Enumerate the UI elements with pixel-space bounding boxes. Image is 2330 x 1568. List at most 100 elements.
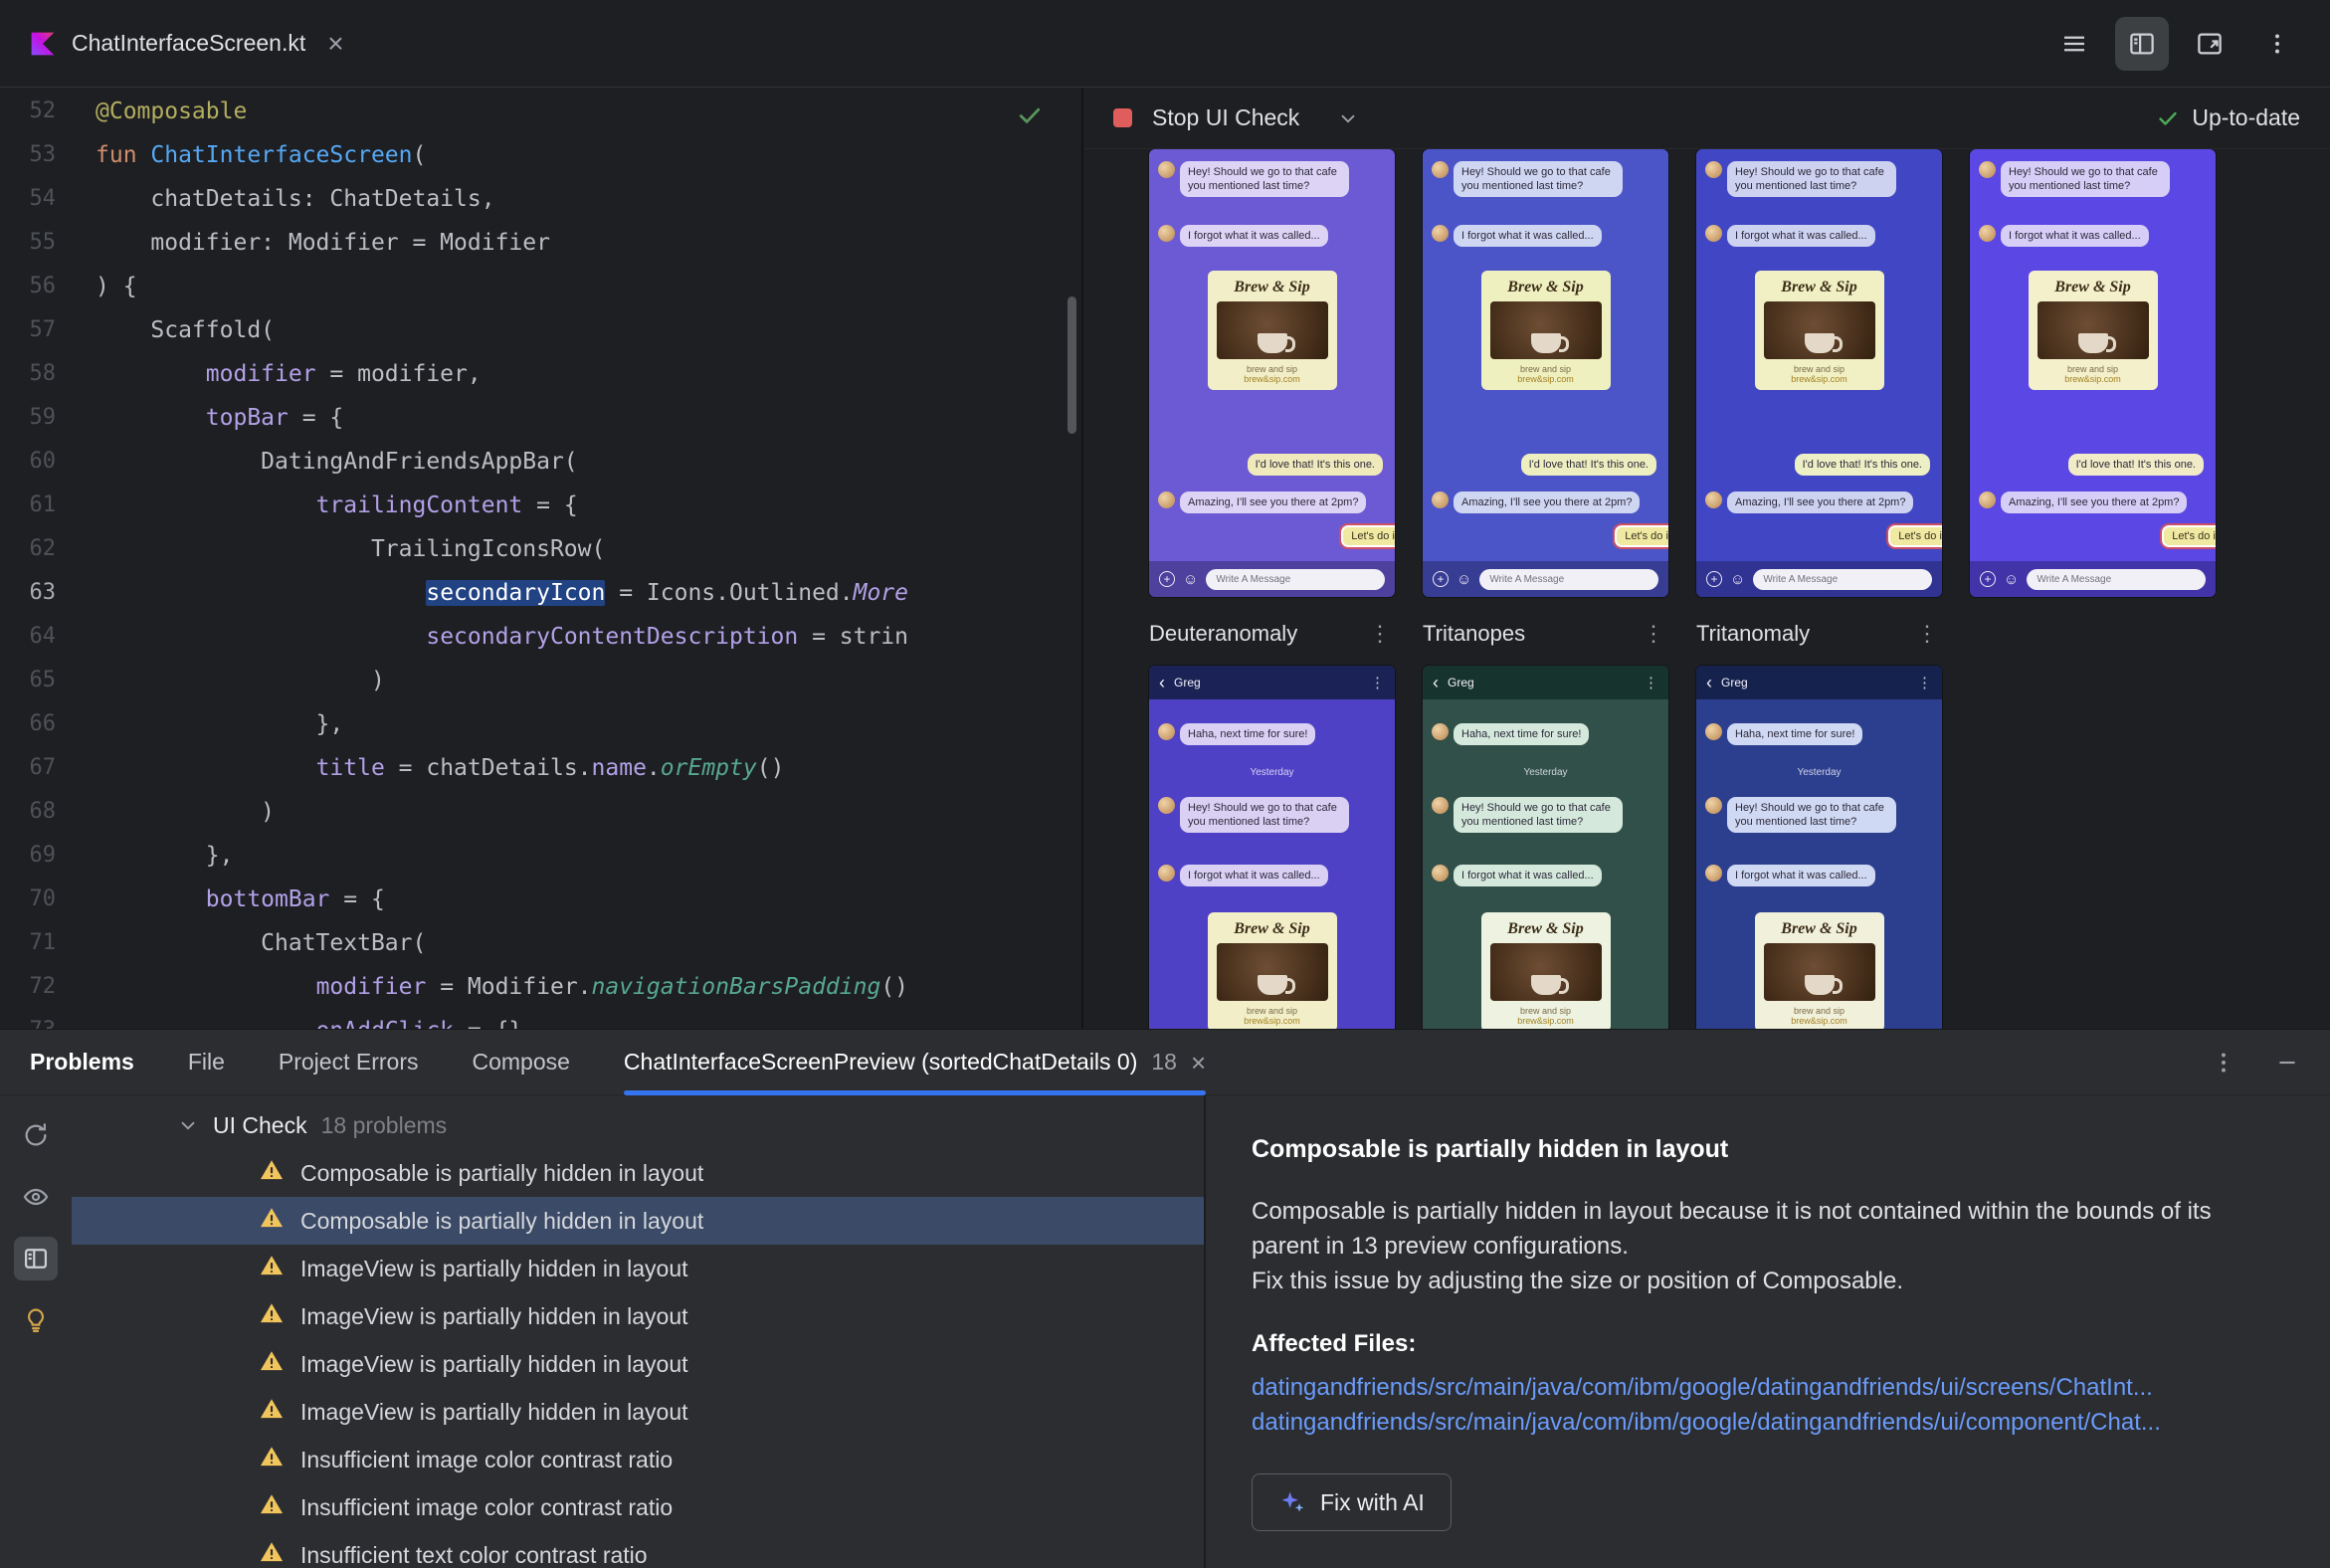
code-line[interactable]: 64 secondaryContentDescription = strin: [0, 615, 1081, 659]
code-line[interactable]: 59 topBar = {: [0, 396, 1081, 440]
more-vertical-icon[interactable]: ⋮: [1643, 623, 1664, 645]
code-line[interactable]: 57 Scaffold(: [0, 308, 1081, 352]
editor-tab[interactable]: ChatInterfaceScreen.kt ×: [0, 0, 374, 87]
affected-file-link[interactable]: datingandfriends/src/main/java/com/ibm/g…: [1252, 1405, 2284, 1440]
code-line[interactable]: 73 onAddClick = {}: [0, 1009, 1081, 1029]
emoji-icon[interactable]: ☺: [1730, 572, 1745, 587]
coffee-photo: [1216, 943, 1328, 1001]
code-line[interactable]: 60 DatingAndFriendsAppBar(: [0, 440, 1081, 484]
eye-icon[interactable]: [14, 1175, 58, 1219]
code-line[interactable]: 52 @Composable: [0, 90, 1081, 133]
code-line[interactable]: 67 title = chatDetails.name.orEmpty(): [0, 746, 1081, 790]
code-text: title = chatDetails.name.orEmpty(): [315, 755, 785, 781]
more-vertical-icon[interactable]: ⋮: [1917, 676, 1932, 690]
code-line[interactable]: 66 },: [0, 702, 1081, 746]
problem-item[interactable]: Composable is partially hidden in layout: [72, 1149, 1204, 1197]
more-vertical-icon[interactable]: ⋮: [1369, 623, 1391, 645]
back-icon[interactable]: ‹: [1159, 674, 1165, 691]
lightbulb-icon[interactable]: [14, 1298, 58, 1342]
code-line[interactable]: 69 },: [0, 834, 1081, 878]
code-line[interactable]: 62 TrailingIconsRow(: [0, 527, 1081, 571]
code-text: modifier: Modifier = Modifier: [96, 230, 550, 256]
code-line[interactable]: 61 trailingContent = {: [0, 484, 1081, 527]
preview-canvas[interactable]: Hey! Should we go to that cafe you menti…: [1083, 149, 2330, 1029]
more-vertical-icon[interactable]: ⋮: [1644, 676, 1658, 690]
problem-item[interactable]: Composable is partially hidden in layout: [72, 1197, 1204, 1245]
back-icon[interactable]: ‹: [1706, 674, 1712, 691]
problems-tabbar: File Project Errors Compose ChatInterfaceSc…: [188, 1030, 1207, 1095]
preview-card[interactable]: ‹ Greg ⋮ Haha, next time for sure! Yesterday…: [1696, 666, 1942, 1029]
code-line[interactable]: 70 bottomBar = {: [0, 878, 1081, 921]
tab-chatinterfacescreenpreview-sortedchatdetails-0[interactable]: ChatInterfaceScreenPreview (sortedChatDe…: [623, 1030, 1207, 1095]
message-input[interactable]: Write A Message: [1753, 568, 1932, 590]
close-icon[interactable]: ×: [327, 29, 343, 58]
emoji-icon[interactable]: ☺: [1183, 572, 1198, 587]
device-frame-icon[interactable]: [2183, 17, 2236, 71]
preview-card[interactable]: Hey! Should we go to that cafe you menti…: [1696, 149, 1942, 597]
problem-item[interactable]: Insufficient text color contrast ratio: [72, 1531, 1204, 1568]
code-line[interactable]: 68 ): [0, 790, 1081, 834]
split-editor-icon[interactable]: [2115, 16, 2169, 71]
chevron-down-icon[interactable]: [1337, 107, 1359, 129]
message-input[interactable]: Write A Message: [2027, 568, 2206, 590]
more-vertical-icon[interactable]: [2211, 1050, 2236, 1076]
inspections-ok-check-icon[interactable]: [1016, 101, 1044, 134]
preview-card[interactable]: ‹ Greg ⋮ Haha, next time for sure! Yesterday…: [1423, 666, 1668, 1029]
tab-compose[interactable]: Compose: [472, 1030, 569, 1095]
problem-item[interactable]: ImageView is partially hidden in layout: [72, 1388, 1204, 1436]
stop-icon[interactable]: [1113, 108, 1132, 127]
preview-card[interactable]: Hey! Should we go to that cafe you menti…: [1149, 149, 1395, 597]
code-line[interactable]: 58 modifier = modifier,: [0, 352, 1081, 396]
tab-file[interactable]: File: [188, 1030, 225, 1095]
code-text: secondaryIcon = Icons.Outlined.More: [426, 580, 908, 606]
add-attachment-icon[interactable]: +: [1980, 571, 1996, 587]
code-line[interactable]: 65 ): [0, 659, 1081, 702]
stop-ui-check-button[interactable]: Stop UI Check: [1152, 104, 1299, 131]
problem-item[interactable]: ImageView is partially hidden in layout: [72, 1245, 1204, 1292]
preview-card[interactable]: ‹ Greg ⋮ Haha, next time for sure! Yesterday…: [1149, 666, 1395, 1029]
message-input[interactable]: Write A Message: [1206, 568, 1385, 590]
code-line[interactable]: 71 ChatTextBar(: [0, 921, 1081, 965]
fix-with-ai-button[interactable]: Fix with AI: [1252, 1473, 1452, 1531]
add-attachment-icon[interactable]: +: [1433, 571, 1449, 587]
refresh-icon[interactable]: [14, 1113, 58, 1157]
editor-scrollbar[interactable]: [1068, 296, 1076, 434]
chevron-down-icon: [181, 1121, 195, 1130]
problem-item[interactable]: ImageView is partially hidden in layout: [72, 1340, 1204, 1388]
code-line[interactable]: 55 modifier: Modifier = Modifier: [0, 221, 1081, 265]
details-view-icon[interactable]: [14, 1237, 58, 1280]
tab-project-errors[interactable]: Project Errors: [279, 1030, 419, 1095]
preview-card[interactable]: Hey! Should we go to that cafe you menti…: [1970, 149, 2216, 597]
problem-item[interactable]: Insufficient image color contrast ratio: [72, 1483, 1204, 1531]
affected-file-link[interactable]: datingandfriends/src/main/java/com/ibm/g…: [1252, 1370, 2284, 1405]
close-icon[interactable]: ×: [1191, 1050, 1206, 1076]
problem-item[interactable]: ImageView is partially hidden in layout: [72, 1292, 1204, 1340]
back-icon[interactable]: ‹: [1433, 674, 1439, 691]
coffee-cup-icon: [1257, 333, 1295, 353]
editor-list-icon[interactable]: [2047, 17, 2101, 71]
code-line[interactable]: 54 chatDetails: ChatDetails,: [0, 177, 1081, 221]
editor-pane[interactable]: 52 @Composable 53 fun ChatInterfaceScreen(5…: [0, 88, 1083, 1029]
more-vertical-icon[interactable]: ⋮: [1916, 623, 1938, 645]
problem-item[interactable]: Insufficient image color contrast ratio: [72, 1436, 1204, 1483]
code-line[interactable]: 56) {: [0, 265, 1081, 308]
preview-card[interactable]: Hey! Should we go to that cafe you menti…: [1423, 149, 1668, 597]
line-number: 53: [29, 142, 57, 167]
code-line[interactable]: 53 fun ChatInterfaceScreen(: [0, 133, 1081, 177]
code-line[interactable]: 63 secondaryIcon = Icons.Outlined.More: [0, 571, 1081, 615]
code-text: ChatTextBar(: [96, 930, 427, 956]
more-vertical-icon[interactable]: [2250, 17, 2304, 71]
message-input-bar: + ☺ Write A Message: [1696, 561, 1942, 597]
add-attachment-icon[interactable]: +: [1706, 571, 1722, 587]
problem-group-header[interactable]: UI Check 18 problems: [72, 1101, 1204, 1149]
minimize-icon[interactable]: [2274, 1050, 2300, 1076]
more-vertical-icon[interactable]: ⋮: [1370, 676, 1385, 690]
code-text: fun ChatInterfaceScreen(: [96, 142, 427, 168]
emoji-icon[interactable]: ☺: [1456, 572, 1471, 587]
add-attachment-icon[interactable]: +: [1159, 571, 1175, 587]
message-input[interactable]: Write A Message: [1479, 568, 1658, 590]
tab-label: Compose: [472, 1049, 570, 1075]
emoji-icon[interactable]: ☺: [2004, 572, 2019, 587]
panel-title[interactable]: Problems: [30, 1049, 134, 1076]
code-line[interactable]: 72 modifier = Modifier.navigationBarsPad…: [0, 965, 1081, 1009]
